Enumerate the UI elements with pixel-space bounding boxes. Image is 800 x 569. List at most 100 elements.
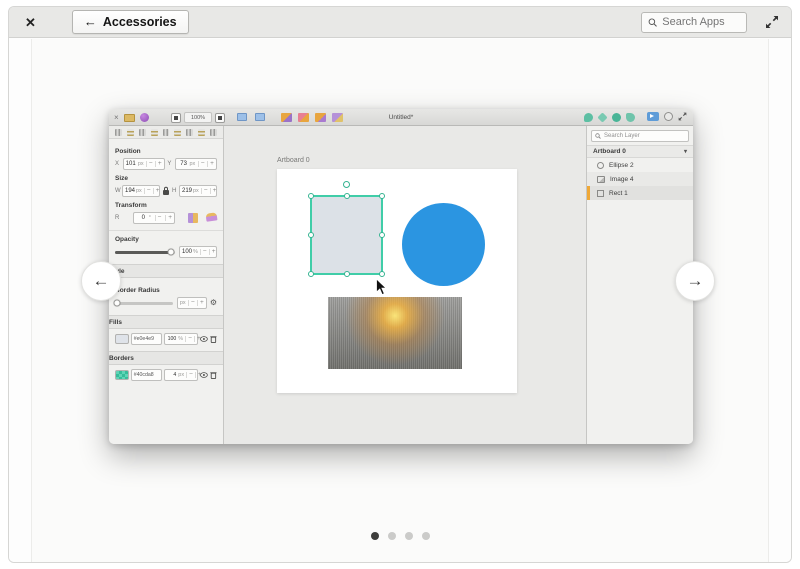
resize-handle-ne[interactable] — [379, 193, 385, 199]
border-radius-options-icon[interactable]: ⚙ — [210, 299, 217, 307]
close-dialog-button[interactable]: ✕ — [21, 14, 40, 31]
flip-vertical-icon[interactable] — [205, 212, 217, 221]
tidy-icon[interactable] — [210, 129, 217, 136]
border-visibility-eye-icon[interactable] — [200, 372, 208, 378]
carousel-dot-3[interactable] — [405, 532, 413, 540]
pencil-tool-icon[interactable] — [597, 112, 607, 122]
zoom-in-button[interactable] — [215, 113, 225, 123]
align-right-icon[interactable] — [139, 129, 146, 136]
back-button-label: Accessories — [103, 15, 177, 29]
shape-tool-icon[interactable] — [237, 113, 247, 121]
image-shape[interactable] — [328, 297, 462, 369]
carousel-next-button[interactable]: → — [675, 261, 715, 301]
opacity-field[interactable]: 100 % − + — [179, 246, 217, 258]
search-apps-input[interactable] — [662, 16, 740, 28]
carousel-prev-button[interactable]: ← — [81, 261, 121, 301]
fill-op-decrement-button[interactable]: − — [185, 336, 192, 343]
resize-handle-w[interactable] — [308, 232, 314, 238]
brush-tool-icon[interactable] — [626, 113, 635, 122]
open-file-icon[interactable] — [124, 114, 135, 122]
ellipse-shape[interactable] — [402, 203, 485, 286]
fill-delete-trash-icon[interactable] — [210, 335, 217, 343]
design-canvas[interactable]: Artboard 0 — [224, 126, 586, 444]
y-increment-button[interactable]: + — [207, 161, 214, 168]
y-position-field[interactable]: 73 px − + — [175, 158, 217, 170]
resize-handle-se[interactable] — [379, 271, 385, 277]
align-bottom-icon[interactable] — [174, 129, 181, 136]
border-w-decrement-button[interactable]: − — [186, 372, 193, 379]
width-label: W — [115, 188, 120, 194]
collapse-caret-icon[interactable]: ▾ — [684, 148, 687, 155]
distribute-v-icon[interactable] — [198, 129, 205, 136]
x-increment-button[interactable]: + — [155, 161, 162, 168]
rotation-handle[interactable] — [343, 181, 350, 188]
align-top-icon[interactable] — [151, 129, 158, 136]
border-radius-field[interactable]: px − + — [177, 297, 207, 309]
zoom-out-button[interactable] — [171, 113, 181, 123]
app-close-icon[interactable]: × — [114, 114, 119, 122]
w-decrement-button[interactable]: − — [144, 188, 151, 195]
x-position-field[interactable]: 101 px − + — [123, 158, 165, 170]
br-decrement-button[interactable]: − — [188, 300, 195, 307]
artboard-label[interactable]: Artboard 0 — [277, 157, 310, 164]
width-field[interactable]: 194 px − + — [122, 185, 160, 197]
h-decrement-button[interactable]: − — [201, 188, 208, 195]
back-button[interactable]: ← Accessories — [72, 10, 189, 34]
color-tool-icon[interactable] — [612, 113, 621, 122]
height-field[interactable]: 219 px − + — [179, 185, 217, 197]
fill-hex-field[interactable]: #e0e4e9 — [131, 333, 163, 345]
fullscreen-icon[interactable] — [765, 15, 779, 29]
r-increment-button[interactable]: + — [165, 215, 172, 222]
w-increment-button[interactable]: + — [153, 188, 160, 195]
rotation-field[interactable]: 0 ° − + — [133, 212, 175, 224]
layer-row-image[interactable]: Image 4 — [587, 172, 693, 186]
border-radius-slider[interactable] — [115, 302, 173, 305]
resize-handle-nw[interactable] — [308, 193, 314, 199]
border-width-field[interactable]: 4 px − + — [164, 369, 198, 381]
br-increment-button[interactable]: + — [197, 300, 204, 307]
h-increment-button[interactable]: + — [210, 188, 217, 195]
resize-handle-s[interactable] — [344, 271, 350, 277]
border-color-swatch[interactable] — [115, 370, 129, 380]
search-apps-box[interactable] — [641, 12, 747, 33]
opacity-decrement-button[interactable]: − — [200, 249, 207, 256]
export-icon[interactable] — [647, 112, 659, 121]
settings-icon[interactable] — [664, 112, 673, 121]
layer-row-ellipse[interactable]: Ellipse 2 — [587, 158, 693, 172]
artboard-layer-row[interactable]: Artboard 0 ▾ — [587, 145, 693, 158]
layer-search-box[interactable]: Search Layer — [591, 130, 689, 142]
align-left-icon[interactable] — [115, 129, 122, 136]
y-decrement-button[interactable]: − — [198, 161, 205, 168]
carousel-dot-2[interactable] — [388, 532, 396, 540]
app-fullscreen-icon[interactable] — [678, 112, 687, 121]
distribute-h-icon[interactable] — [186, 129, 193, 136]
fill-color-swatch[interactable] — [115, 334, 129, 344]
flip-horizontal-icon[interactable] — [188, 213, 198, 223]
resize-handle-sw[interactable] — [308, 271, 314, 277]
pen-tool-icon[interactable] — [584, 113, 593, 122]
opacity-increment-button[interactable]: + — [209, 249, 216, 256]
zoom-level[interactable]: 100% — [184, 112, 212, 123]
artboard-tool-icon[interactable] — [255, 113, 265, 121]
insert-rect-icon[interactable] — [281, 113, 292, 122]
opacity-slider[interactable] — [115, 251, 175, 254]
border-delete-trash-icon[interactable] — [210, 371, 217, 379]
lock-ratio-icon[interactable] — [162, 186, 170, 196]
border-hex-field[interactable]: #40cda8 — [131, 369, 163, 381]
layer-row-rect[interactable]: Rect 1 — [587, 186, 693, 200]
carousel-dot-1[interactable] — [371, 532, 379, 540]
layer-search-placeholder: Search Layer — [604, 133, 640, 139]
insert-text-icon[interactable] — [315, 113, 326, 122]
x-decrement-button[interactable]: − — [146, 161, 153, 168]
align-center-icon[interactable] — [127, 129, 134, 136]
carousel-dot-4[interactable] — [422, 532, 430, 540]
resize-handle-n[interactable] — [344, 193, 350, 199]
r-decrement-button[interactable]: − — [155, 215, 162, 222]
selected-rect-shape[interactable] — [310, 195, 383, 275]
fill-opacity-field[interactable]: 100 % − + — [164, 333, 198, 345]
fill-visibility-eye-icon[interactable] — [200, 336, 208, 342]
align-middle-icon[interactable] — [163, 129, 170, 136]
insert-ellipse-icon[interactable] — [298, 113, 309, 122]
resize-handle-e[interactable] — [379, 232, 385, 238]
insert-image-icon[interactable] — [332, 113, 343, 122]
